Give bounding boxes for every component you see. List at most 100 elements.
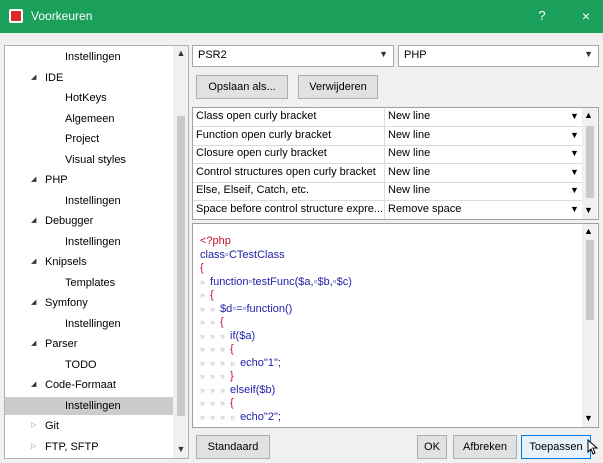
tree-item[interactable]: ◢ IDE — [5, 69, 173, 87]
tree-item[interactable]: Algemeen — [5, 110, 173, 128]
code-text: echo"1"; — [240, 356, 281, 369]
tree-item[interactable]: ◢ Code-Formaat — [5, 376, 173, 394]
collapse-arrow-icon[interactable]: ◢ — [31, 253, 39, 271]
settings-tree[interactable]: Instellingen ◢ IDE HotKeys Algemeen Project Vi… — [4, 45, 189, 459]
save-as-button[interactable]: Opslaan als... — [196, 75, 288, 99]
collapse-arrow-icon[interactable]: ◢ — [31, 294, 39, 312]
delete-button[interactable]: Verwijderen — [298, 75, 378, 99]
scroll-down-icon[interactable]: ▼ — [584, 413, 593, 423]
tree-item-label: Parser — [45, 338, 78, 350]
tree-item[interactable]: ◢ Symfony — [5, 294, 173, 312]
grid-row[interactable]: Closure open curly bracket New line ▼ — [193, 145, 582, 164]
chevron-down-icon[interactable]: ▼ — [570, 185, 579, 195]
code-line: » » » elseif($b) — [200, 384, 275, 397]
tree-item[interactable]: HotKeys — [5, 89, 173, 107]
cancel-button[interactable]: Afbreken — [453, 435, 517, 459]
chevron-down-icon[interactable]: ▼ — [570, 130, 579, 140]
scroll-down-icon[interactable]: ▼ — [176, 444, 186, 454]
column-divider — [384, 108, 385, 219]
scroll-down-icon[interactable]: ▼ — [584, 205, 593, 215]
expand-arrow-icon[interactable]: ▷ — [31, 438, 39, 456]
window-title: Voorkeuren — [31, 9, 93, 23]
chevron-down-icon[interactable]: ▼ — [570, 111, 579, 121]
tab-marker-icon: » — [210, 384, 221, 395]
style-select[interactable]: PSR2 ▼ — [192, 45, 394, 67]
scroll-up-icon[interactable]: ▲ — [176, 48, 186, 58]
preview-scrollbar[interactable]: ▲ ▼ — [582, 224, 597, 427]
tree-scroll-thumb[interactable] — [177, 116, 185, 416]
grid-row[interactable]: Control structures open curly bracket New… — [193, 164, 582, 183]
scroll-up-icon[interactable]: ▲ — [584, 110, 593, 120]
setting-value[interactable]: New line — [388, 184, 558, 196]
code-text: { — [230, 343, 234, 355]
tab-marker-icon: » — [200, 344, 211, 354]
tree-item-label: TODO — [65, 358, 97, 371]
tree-item-label: Templates — [65, 276, 116, 289]
tree-item-label: Instellingen — [65, 317, 121, 330]
tree-item[interactable]: Project — [5, 130, 173, 148]
tree-item[interactable]: ◢ Debugger — [5, 212, 173, 230]
grid-scrollbar[interactable]: ▲ ▼ — [582, 108, 597, 219]
tree-item[interactable]: Visual styles — [5, 151, 173, 169]
tree-item[interactable]: Instellingen — [5, 315, 173, 333]
tree-item[interactable]: Instellingen — [5, 192, 173, 210]
code-line: » { — [200, 289, 214, 302]
collapse-arrow-icon[interactable]: ◢ — [31, 171, 39, 189]
code-text: class◦CTestClass — [200, 248, 285, 261]
ok-button[interactable]: OK — [417, 435, 447, 459]
code-line: » » { — [200, 316, 224, 329]
grid-row[interactable]: Space before control structure expre... R… — [193, 201, 582, 219]
tab-marker-icon: » — [220, 411, 231, 422]
code-text: { — [210, 289, 214, 301]
chevron-down-icon[interactable]: ▼ — [570, 148, 579, 158]
format-settings-grid[interactable]: Class open curly bracket New line ▼ Functio… — [192, 107, 599, 220]
code-text: { — [200, 262, 204, 274]
setting-value[interactable]: New line — [388, 166, 558, 178]
code-text: echo"2"; — [240, 410, 281, 423]
collapse-arrow-icon[interactable]: ◢ — [31, 69, 39, 87]
collapse-arrow-icon[interactable]: ◢ — [31, 335, 39, 353]
grid-row[interactable]: Function open curly bracket New line ▼ — [193, 127, 582, 146]
setting-value[interactable]: New line — [388, 129, 558, 141]
help-button[interactable]: ? — [528, 6, 556, 26]
setting-value[interactable]: New line — [388, 147, 558, 159]
tree-item[interactable]: ▷ Git — [5, 417, 173, 435]
tree-item-label: Visual styles — [65, 153, 126, 166]
chevron-down-icon[interactable]: ▼ — [570, 167, 579, 177]
collapse-arrow-icon[interactable]: ◢ — [31, 212, 39, 230]
grid-scroll-thumb[interactable] — [586, 126, 594, 198]
tree-item[interactable]: Instellingen — [5, 233, 173, 251]
preview-scroll-thumb[interactable] — [586, 240, 594, 320]
tree-item[interactable]: Instellingen — [5, 48, 173, 66]
tab-marker-icon: » — [200, 290, 211, 300]
tree-item[interactable]: TODO — [5, 356, 173, 374]
tab-marker-icon: » — [200, 276, 211, 287]
tree-item[interactable]: Templates — [5, 274, 173, 292]
tab-marker-icon: » — [200, 317, 211, 327]
collapse-arrow-icon[interactable]: ◢ — [31, 376, 39, 394]
setting-value[interactable]: Remove space — [388, 203, 558, 215]
tree-item[interactable]: ◢ Parser — [5, 335, 173, 353]
chevron-down-icon[interactable]: ▼ — [570, 204, 579, 214]
grid-row[interactable]: Class open curly bracket New line ▼ — [193, 108, 582, 127]
code-line: class◦CTestClass — [200, 249, 285, 262]
apply-button[interactable]: Toepassen — [521, 435, 591, 459]
close-button[interactable]: × — [572, 6, 600, 26]
tree-scrollbar[interactable]: ▲ ▼ — [173, 46, 188, 458]
tab-marker-icon: » — [230, 411, 241, 422]
setting-value[interactable]: New line — [388, 110, 558, 122]
expand-arrow-icon[interactable]: ▷ — [31, 417, 39, 435]
tab-marker-icon: » — [200, 303, 211, 314]
tree-item[interactable]: ▷ FTP, SFTP — [5, 438, 173, 456]
tab-marker-icon: » — [200, 330, 211, 341]
tree-item[interactable]: ◢ PHP — [5, 171, 173, 189]
code-preview[interactable]: <?php class◦CTestClass{» function◦testFun… — [192, 223, 599, 428]
tree-item[interactable]: ◢ Knipsels — [5, 253, 173, 271]
tree-item[interactable]: Instellingen — [5, 396, 173, 415]
language-select[interactable]: PHP ▼ — [398, 45, 599, 67]
code-line: { — [200, 262, 204, 275]
language-select-value: PHP — [404, 49, 427, 61]
scroll-up-icon[interactable]: ▲ — [584, 226, 593, 236]
grid-row[interactable]: Else, Elseif, Catch, etc. New line ▼ — [193, 182, 582, 201]
default-button[interactable]: Standaard — [196, 435, 270, 459]
